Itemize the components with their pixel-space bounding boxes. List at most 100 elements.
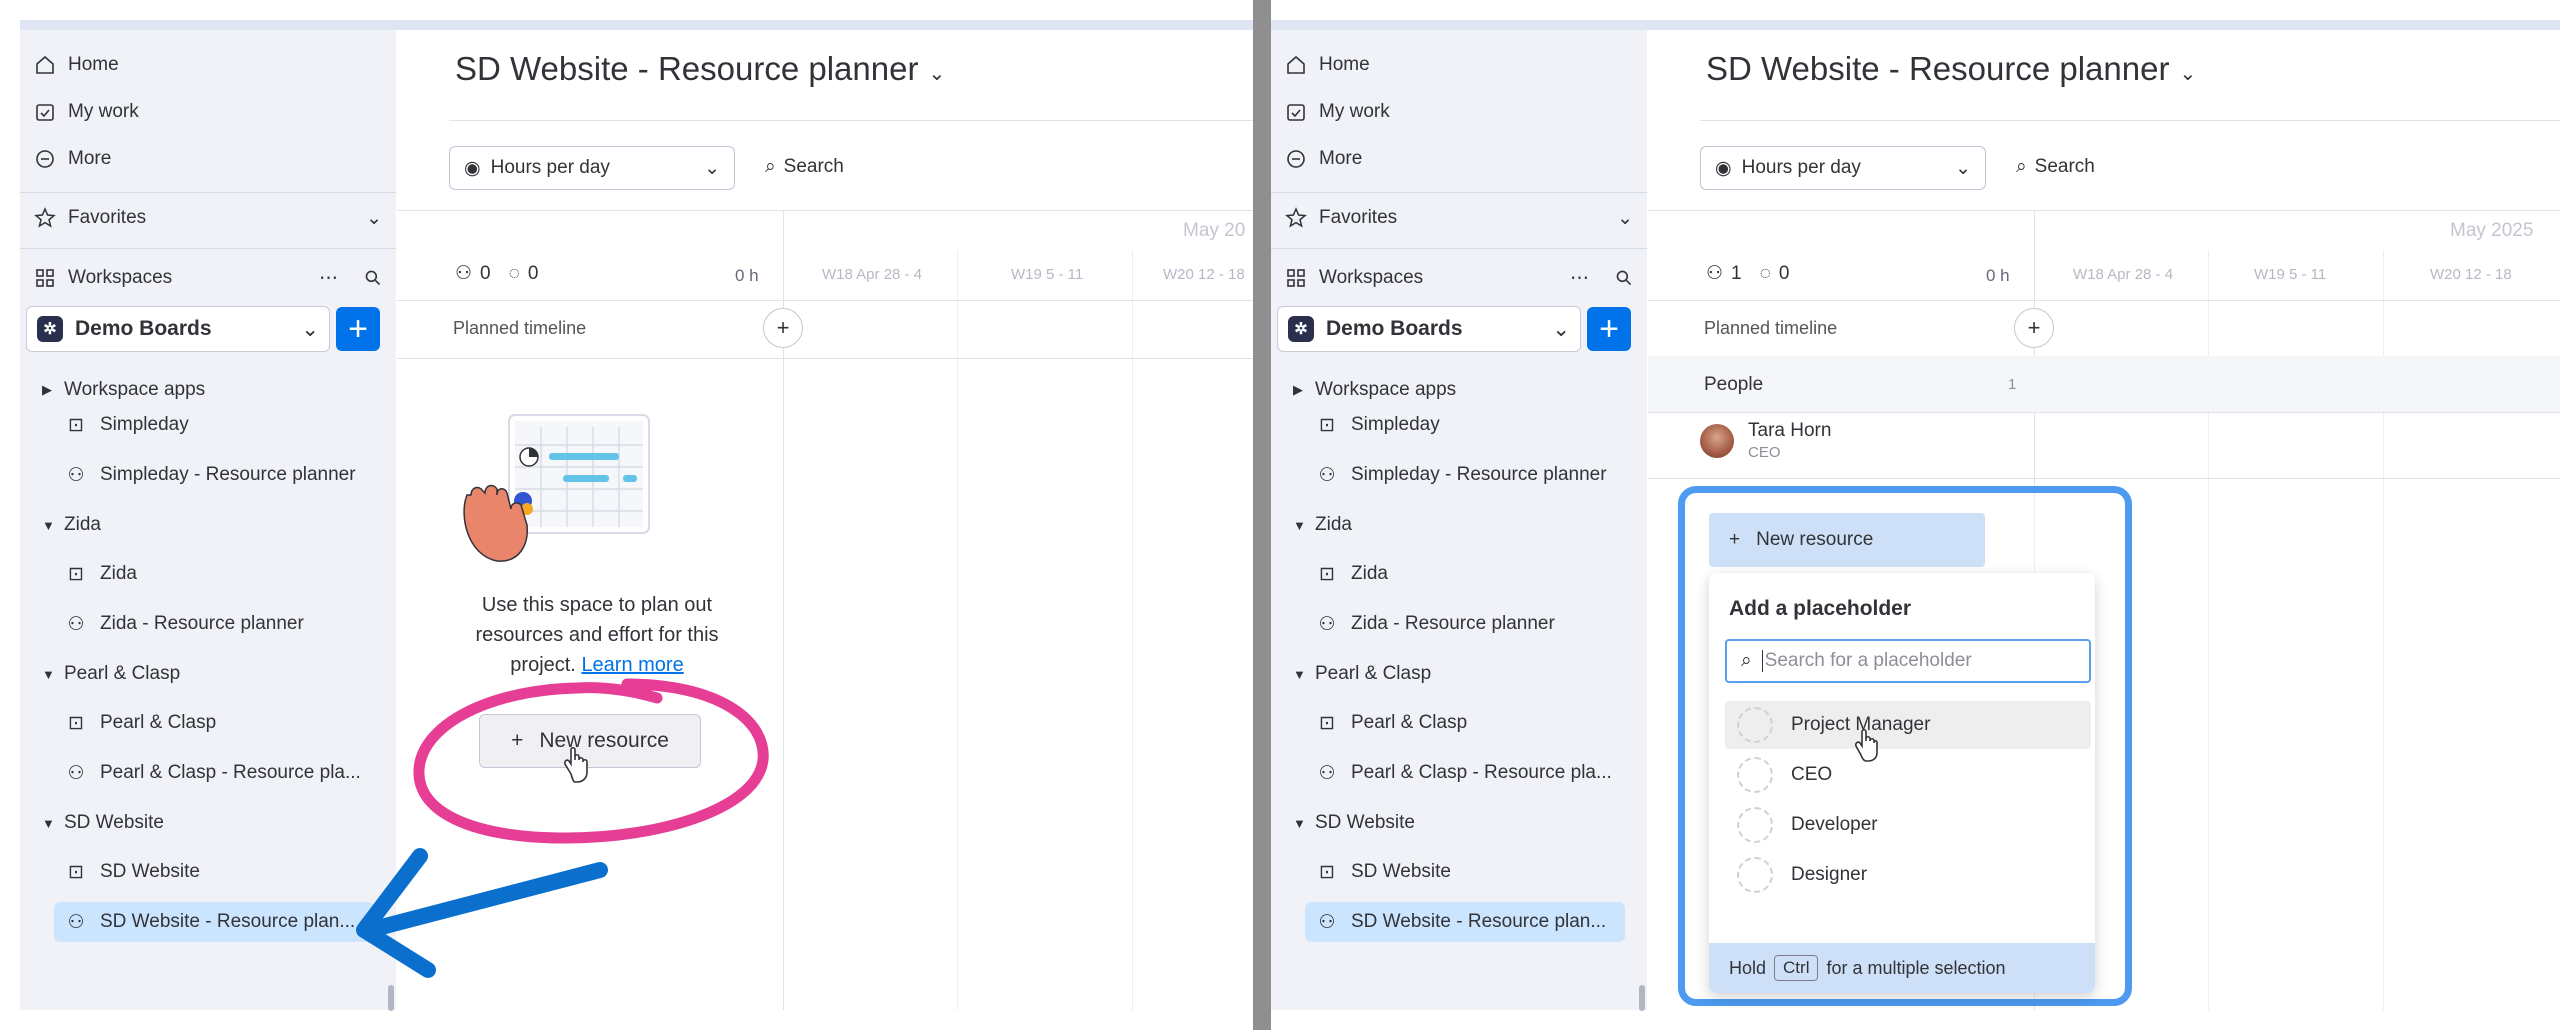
tree-simpleday[interactable]: ⊡ Simpleday [64, 405, 189, 445]
search-button[interactable]: ⌕ Search [765, 156, 844, 178]
top-bar [20, 20, 1253, 30]
tree-pearl[interactable]: ⊡ Pearl & Clasp [1315, 703, 1467, 743]
placeholder-avatar-icon [1737, 807, 1773, 843]
person-icon: ⚇ [455, 263, 473, 284]
tree-zida[interactable]: ⊡ Zida [1315, 554, 1388, 594]
add-timeline-button[interactable]: + [2014, 308, 2054, 348]
nav-favorites[interactable]: Favorites ⌄ [34, 198, 382, 238]
nav-home[interactable]: Home [34, 45, 119, 85]
tree-zida-folder[interactable]: ▼ Zida [42, 505, 101, 545]
page-title[interactable]: SD Website - Resource planner ⌄ [1706, 50, 2196, 88]
nav-home[interactable]: Home [1285, 45, 1370, 85]
tree-zida-folder[interactable]: ▼ Zida [1293, 505, 1352, 545]
tree-label: Simpleday - Resource planner [1351, 464, 1607, 485]
person-icon: ⚇ [1318, 911, 1336, 933]
nav-more[interactable]: More [1285, 139, 1362, 179]
option-ceo[interactable]: CEO [1725, 751, 2091, 799]
tree-workspace-apps[interactable]: ▶ Workspace apps [42, 370, 205, 410]
divider [397, 358, 1253, 359]
tree-zida-rp[interactable]: ⚇ Zida - Resource planner [1315, 604, 1554, 644]
tree-label: Simpleday [100, 414, 189, 435]
tree-pearl-rp[interactable]: ⚇ Pearl & Clasp - Resource pla... [64, 753, 360, 793]
view-select[interactable]: ◉ Hours per day ⌄ [449, 146, 735, 190]
people-group-row[interactable]: People 1 [1648, 356, 2560, 412]
tree-pearl[interactable]: ⊡ Pearl & Clasp [64, 703, 216, 743]
week-label: W20 12 - 18 [2430, 266, 2512, 283]
nav-workspaces[interactable]: Workspaces ⋯ [34, 258, 382, 298]
tree-pearl-folder[interactable]: ▼ Pearl & Clasp [42, 654, 180, 694]
person-name: Tara Horn [1748, 420, 1832, 441]
board-icon: ⊡ [1319, 861, 1335, 883]
chevron-down-icon: ⌄ [2179, 63, 2197, 85]
page-title[interactable]: SD Website - Resource planner ⌄ [455, 50, 945, 88]
people-count-value: 1 [1731, 262, 1742, 284]
workspace-select[interactable]: ✲ Demo Boards ⌄ [26, 306, 330, 352]
nav-more[interactable]: More [34, 139, 111, 179]
nav-my-work[interactable]: My work [34, 92, 139, 132]
option-developer[interactable]: Developer [1725, 801, 2091, 849]
search-icon[interactable] [1615, 269, 1633, 287]
tree-sd[interactable]: ⊡ SD Website [1315, 852, 1451, 892]
top-bar [1271, 20, 2560, 30]
option-designer[interactable]: Designer [1725, 851, 2091, 899]
board-icon: ⊡ [68, 861, 84, 883]
workspace-select[interactable]: ✲ Demo Boards ⌄ [1277, 306, 1581, 352]
person-role: CEO [1748, 444, 1781, 461]
view-select[interactable]: ◉ Hours per day ⌄ [1700, 146, 1986, 190]
tree-sd-rp[interactable]: ⚇ SD Website - Resource plan... [1305, 902, 1625, 942]
tree-label: Workspace apps [1315, 379, 1457, 400]
placeholder-search-input[interactable]: ⌕ Search for a placeholder [1725, 639, 2091, 683]
placeholder-dropdown: Add a placeholder ⌕ Search for a placeho… [1709, 573, 2095, 993]
nav-my-work[interactable]: My work [1285, 92, 1390, 132]
week-label: W18 Apr 28 - 4 [2073, 266, 2174, 283]
month-label: May 2025 [2450, 220, 2534, 241]
sidebar-scrollbar[interactable] [1639, 985, 1645, 1011]
tree-sd[interactable]: ⊡ SD Website [64, 852, 200, 892]
divider [449, 120, 1253, 121]
add-timeline-button[interactable]: + [763, 308, 803, 348]
ellipsis-icon[interactable]: ⋯ [319, 267, 338, 290]
gridline [957, 250, 958, 1010]
tree-sd-rp[interactable]: ⚇ SD Website - Resource plan... [54, 902, 374, 942]
tree-simpleday[interactable]: ⊡ Simpleday [1315, 405, 1440, 445]
tree-pearl-rp[interactable]: ⚇ Pearl & Clasp - Resource pla... [1315, 753, 1611, 793]
nav-favorites[interactable]: Favorites ⌄ [1285, 198, 1633, 238]
tree-zida-rp[interactable]: ⚇ Zida - Resource planner [64, 604, 303, 644]
workspace-logo-icon: ✲ [37, 316, 63, 342]
tree-simpleday-rp[interactable]: ⚇ Simpleday - Resource planner [1315, 455, 1607, 495]
tree-zida[interactable]: ⊡ Zida [64, 554, 137, 594]
tree-workspace-apps[interactable]: ▶ Workspace apps [1293, 370, 1456, 410]
search-label: Search [783, 156, 844, 177]
chevron-down-icon: ⌄ [366, 207, 382, 229]
divider [1271, 248, 1647, 249]
add-button[interactable]: + [1587, 307, 1631, 351]
tree-label: Pearl & Clasp [100, 712, 217, 733]
nav-workspaces[interactable]: Workspaces ⋯ [1285, 258, 1633, 298]
person-icon: ⚇ [67, 613, 85, 635]
ellipsis-icon[interactable]: ⋯ [1570, 267, 1589, 290]
add-button[interactable]: + [336, 307, 380, 351]
home-icon [36, 55, 54, 74]
tree-pearl-folder[interactable]: ▼ Pearl & Clasp [1293, 654, 1431, 694]
nav-home-label: Home [68, 54, 119, 75]
new-resource-button[interactable]: + New resource [1709, 513, 1985, 567]
tree-label: Simpleday - Resource planner [100, 464, 356, 485]
search-button[interactable]: ⌕ Search [2016, 156, 2095, 178]
divider [1648, 300, 2560, 301]
person-icon: ⚇ [67, 762, 85, 784]
person-row[interactable]: Tara Horn CEO [1700, 420, 1831, 461]
divider [1271, 192, 1647, 193]
divider [20, 248, 396, 249]
caret-down-icon: ▼ [42, 666, 55, 682]
search-icon[interactable] [364, 269, 382, 287]
divider [1700, 120, 2560, 121]
option-project-manager[interactable]: Project Manager [1725, 701, 2091, 749]
tree-simpleday-rp[interactable]: ⚇ Simpleday - Resource planner [64, 455, 356, 495]
nav-more-label: More [68, 148, 112, 169]
caret-down-icon: ▼ [1293, 517, 1306, 533]
sidebar-scrollbar[interactable] [388, 985, 394, 1011]
month-label: May 20 [1183, 220, 1246, 241]
tree-sd-folder[interactable]: ▼ SD Website [1293, 803, 1415, 843]
tree-sd-folder[interactable]: ▼ SD Website [42, 803, 164, 843]
dashed-circle-icon: ◌ [508, 262, 520, 284]
